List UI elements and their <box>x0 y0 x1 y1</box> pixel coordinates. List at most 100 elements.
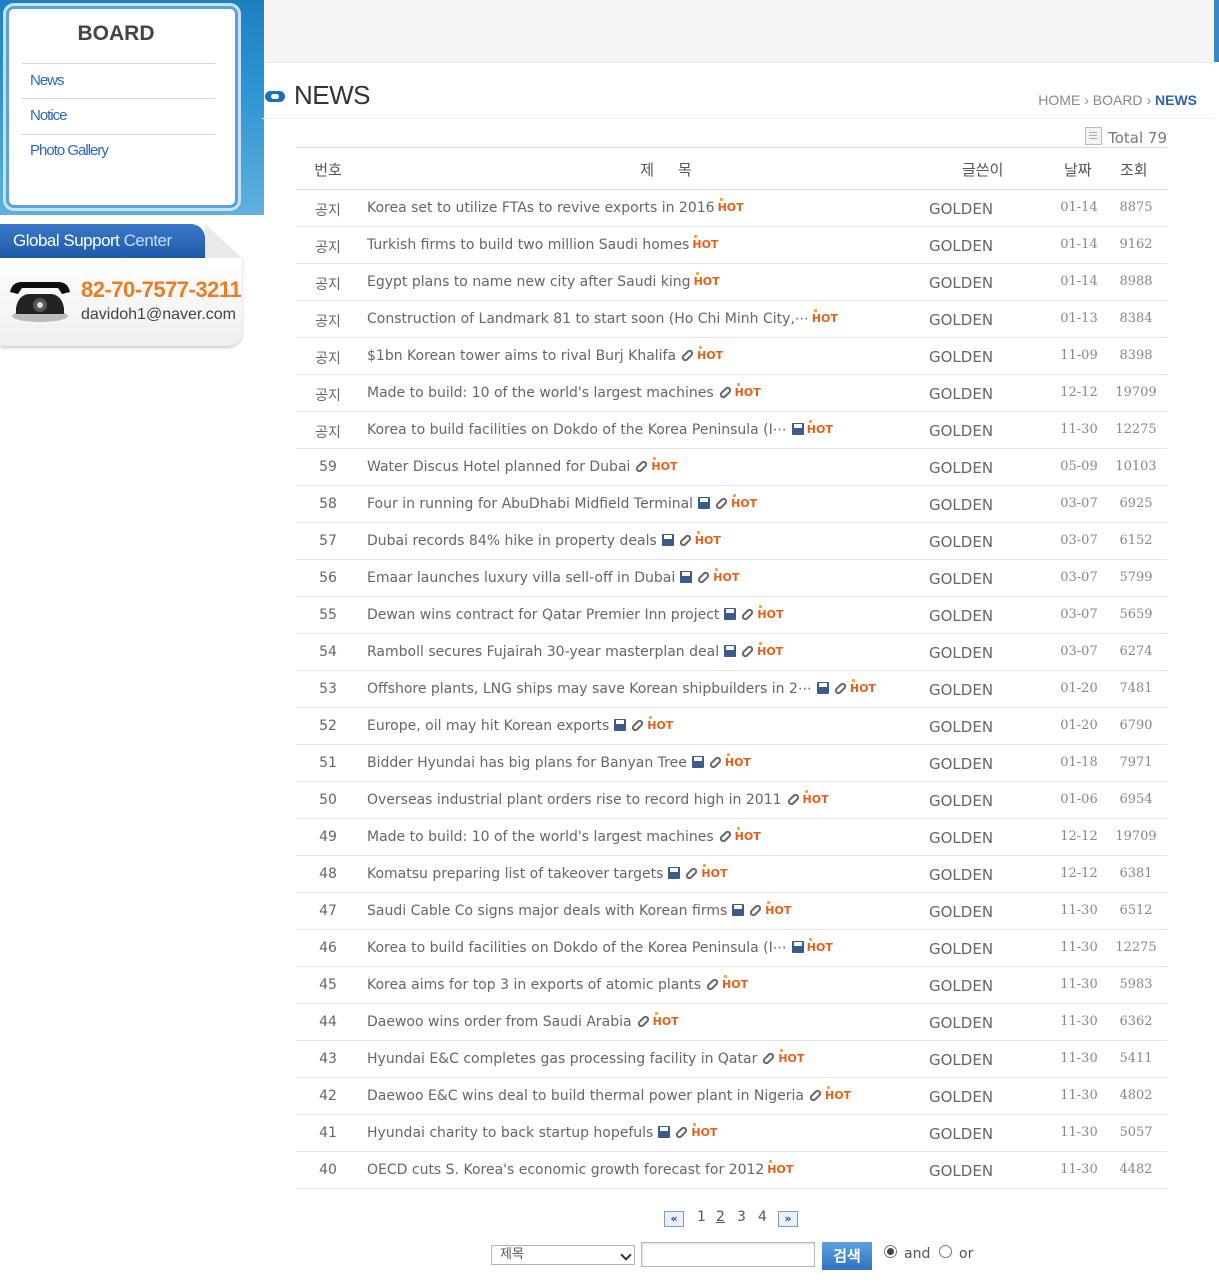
post-title-link[interactable]: Korea set to utilize FTAs to revive expo… <box>367 200 715 216</box>
table-row[interactable]: 40 OECD cuts S. Korea's economic growth f… <box>296 1152 1167 1189</box>
table-row[interactable]: 45 Korea aims for top 3 in exports of ato… <box>296 967 1167 1004</box>
table-row[interactable]: 58 Four in running for AbuDhabi Midfield … <box>296 486 1167 523</box>
table-row[interactable]: 44 Daewoo wins order from Saudi Arabia HOT… <box>296 1004 1167 1041</box>
post-title: OECD cuts S. Korea's economic growth for… <box>367 1160 793 1178</box>
post-title: Korea to build facilities on Dokdo of th… <box>367 420 833 438</box>
table-row[interactable]: 56 Emaar launches luxury villa sell-off i… <box>296 560 1167 597</box>
table-row[interactable]: 공지 Made to build: 10 of the world's large… <box>296 375 1167 412</box>
post-views: 8988 <box>1119 274 1153 289</box>
post-title-link[interactable]: Ramboll secures Fujairah 30-year masterp… <box>367 644 719 660</box>
hot-badge: HOT <box>734 383 761 399</box>
post-writer: GOLDEN <box>929 644 994 662</box>
post-title-link[interactable]: Korea aims for top 3 in exports of atomi… <box>367 977 701 993</box>
table-row[interactable]: 공지 $1bn Korean tower aims to rival Burj K… <box>296 338 1167 375</box>
post-title-link[interactable]: Komatsu preparing list of takeover targe… <box>367 866 663 882</box>
table-row[interactable]: 57 Dubai records 84% hike in property dea… <box>296 523 1167 560</box>
table-row[interactable]: 55 Dewan wins contract for Qatar Premier … <box>296 597 1167 634</box>
post-title-link[interactable]: Daewoo wins order from Saudi Arabia <box>367 1014 632 1030</box>
post-views: 8384 <box>1119 311 1153 326</box>
table-row[interactable]: 50 Overseas industrial plant orders rise … <box>296 782 1167 819</box>
table-row[interactable]: 59 Water Discus Hotel planned for Dubai HO… <box>296 449 1167 486</box>
table-row[interactable]: 공지 Construction of Landmark 81 to start s… <box>296 301 1167 338</box>
post-title-link[interactable]: Europe, oil may hit Korean exports <box>367 718 609 734</box>
post-title-link[interactable]: Korea to build facilities on Dokdo of th… <box>367 422 787 438</box>
sidebar-link-photo-gallery[interactable]: Photo Gallery <box>30 142 109 159</box>
post-title-link[interactable]: OECD cuts S. Korea's economic growth for… <box>367 1162 764 1178</box>
table-row[interactable]: 53 Offshore plants, LNG ships may save Ko… <box>296 671 1167 708</box>
post-title-link[interactable]: Emaar launches luxury villa sell-off in … <box>367 570 675 586</box>
post-title-link[interactable]: Offshore plants, LNG ships may save Kore… <box>367 681 812 697</box>
post-views: 5057 <box>1119 1125 1153 1140</box>
table-row[interactable]: 공지 Korea to build facilities on Dokdo of … <box>296 412 1167 449</box>
pagination-prev-button[interactable]: « <box>664 1211 684 1227</box>
table-row[interactable]: 42 Daewoo E&C wins deal to build thermal … <box>296 1078 1167 1115</box>
post-title: Egypt plans to name new city after Saudi… <box>367 272 720 290</box>
table-row[interactable]: 공지 Korea set to utilize FTAs to revive ex… <box>296 190 1167 227</box>
pagination-page-4[interactable]: 4 <box>758 1209 767 1225</box>
link-clip-icon <box>674 1125 689 1140</box>
pagination-page-1[interactable]: 1 <box>697 1209 706 1225</box>
board-divider <box>22 134 215 135</box>
radio-or[interactable] <box>939 1245 952 1258</box>
hot-badge: HOT <box>731 494 758 510</box>
document-icon <box>1085 127 1103 145</box>
pagination-page-2[interactable]: 2 <box>716 1209 725 1225</box>
post-title-link[interactable]: Four in running for AbuDhabi Midfield Te… <box>367 496 693 512</box>
post-title-link[interactable]: $1bn Korean tower aims to rival Burj Kha… <box>367 348 676 364</box>
post-title-link[interactable]: Hyundai E&C completes gas processing fac… <box>367 1051 757 1067</box>
post-title-link[interactable]: Made to build: 10 of the world's largest… <box>367 829 714 845</box>
support-title-part-b: Center <box>123 231 173 250</box>
search-input[interactable] <box>641 1242 815 1267</box>
post-title-link[interactable]: Egypt plans to name new city after Saudi… <box>367 274 691 290</box>
table-row[interactable]: 공지 Turkish firms to build two million Sau… <box>296 227 1167 264</box>
link-clip-icon <box>714 496 729 511</box>
table-row[interactable]: 41 Hyundai charity to back startup hopefu… <box>296 1115 1167 1152</box>
post-title-link[interactable]: Daewoo E&C wins deal to build thermal po… <box>367 1088 804 1104</box>
table-row[interactable]: 46 Korea to build facilities on Dokdo of … <box>296 930 1167 967</box>
post-title-link[interactable]: Overseas industrial plant orders rise to… <box>367 792 782 808</box>
pagination-next-button[interactable]: » <box>778 1211 798 1227</box>
post-writer: GOLDEN <box>929 1088 994 1106</box>
search-field-select[interactable]: 제목 <box>491 1245 635 1265</box>
post-title-link[interactable]: Bidder Hyundai has big plans for Banyan … <box>367 755 687 771</box>
sidebar-link-news[interactable]: News <box>30 72 65 89</box>
post-number: 공지 <box>315 240 341 256</box>
table-row[interactable]: 공지 Egypt plans to name new city after Sau… <box>296 264 1167 301</box>
table-row[interactable]: 49 Made to build: 10 of the world's large… <box>296 819 1167 856</box>
post-title: Made to build: 10 of the world's largest… <box>367 383 761 401</box>
post-views: 6954 <box>1119 792 1153 807</box>
sidebar-link-notice[interactable]: Notice <box>30 107 68 124</box>
post-title-link[interactable]: Construction of Landmark 81 to start soo… <box>367 311 809 327</box>
pagination-page-3[interactable]: 3 <box>737 1209 746 1225</box>
table-row[interactable]: 52 Europe, oil may hit Korean exports HOT G… <box>296 708 1167 745</box>
top-banner <box>264 0 1214 63</box>
breadcrumb-board[interactable]: BOARD <box>1093 92 1143 108</box>
table-row[interactable]: 47 Saudi Cable Co signs major deals with … <box>296 893 1167 930</box>
radio-and[interactable] <box>884 1245 897 1258</box>
table-row[interactable]: 48 Komatsu preparing list of takeover tar… <box>296 856 1167 893</box>
post-title-link[interactable]: Turkish firms to build two million Saudi… <box>367 237 689 253</box>
search-button[interactable]: 검색 <box>822 1242 872 1270</box>
post-title-link[interactable]: Dubai records 84% hike in property deals <box>367 533 657 549</box>
post-date: 11-30 <box>1060 1125 1098 1140</box>
post-title: Bidder Hyundai has big plans for Banyan … <box>367 753 751 771</box>
post-number: 41 <box>319 1125 337 1141</box>
post-title-link[interactable]: Hyundai charity to back startup hopefuls <box>367 1125 653 1141</box>
post-writer: GOLDEN <box>929 1125 994 1143</box>
post-number: 공지 <box>315 277 341 293</box>
breadcrumb-home[interactable]: HOME <box>1038 92 1080 108</box>
post-title-link[interactable]: Water Discus Hotel planned for Dubai <box>367 459 630 475</box>
table-row[interactable]: 43 Hyundai E&C completes gas processing f… <box>296 1041 1167 1078</box>
table-row[interactable]: 51 Bidder Hyundai has big plans for Banya… <box>296 745 1167 782</box>
support-center-title: Global Support Center <box>0 224 205 258</box>
post-title-link[interactable]: Korea to build facilities on Dokdo of th… <box>367 940 787 956</box>
post-title-link[interactable]: Dewan wins contract for Qatar Premier In… <box>367 607 719 623</box>
post-title: Overseas industrial plant orders rise to… <box>367 790 829 808</box>
post-title-link[interactable]: Saudi Cable Co signs major deals with Ko… <box>367 903 727 919</box>
post-title: Saudi Cable Co signs major deals with Ko… <box>367 901 791 919</box>
board-divider <box>22 98 215 99</box>
post-title-link[interactable]: Made to build: 10 of the world's largest… <box>367 385 714 401</box>
header-divider <box>262 118 1214 119</box>
table-row[interactable]: 54 Ramboll secures Fujairah 30-year maste… <box>296 634 1167 671</box>
support-center-fold <box>205 224 242 258</box>
